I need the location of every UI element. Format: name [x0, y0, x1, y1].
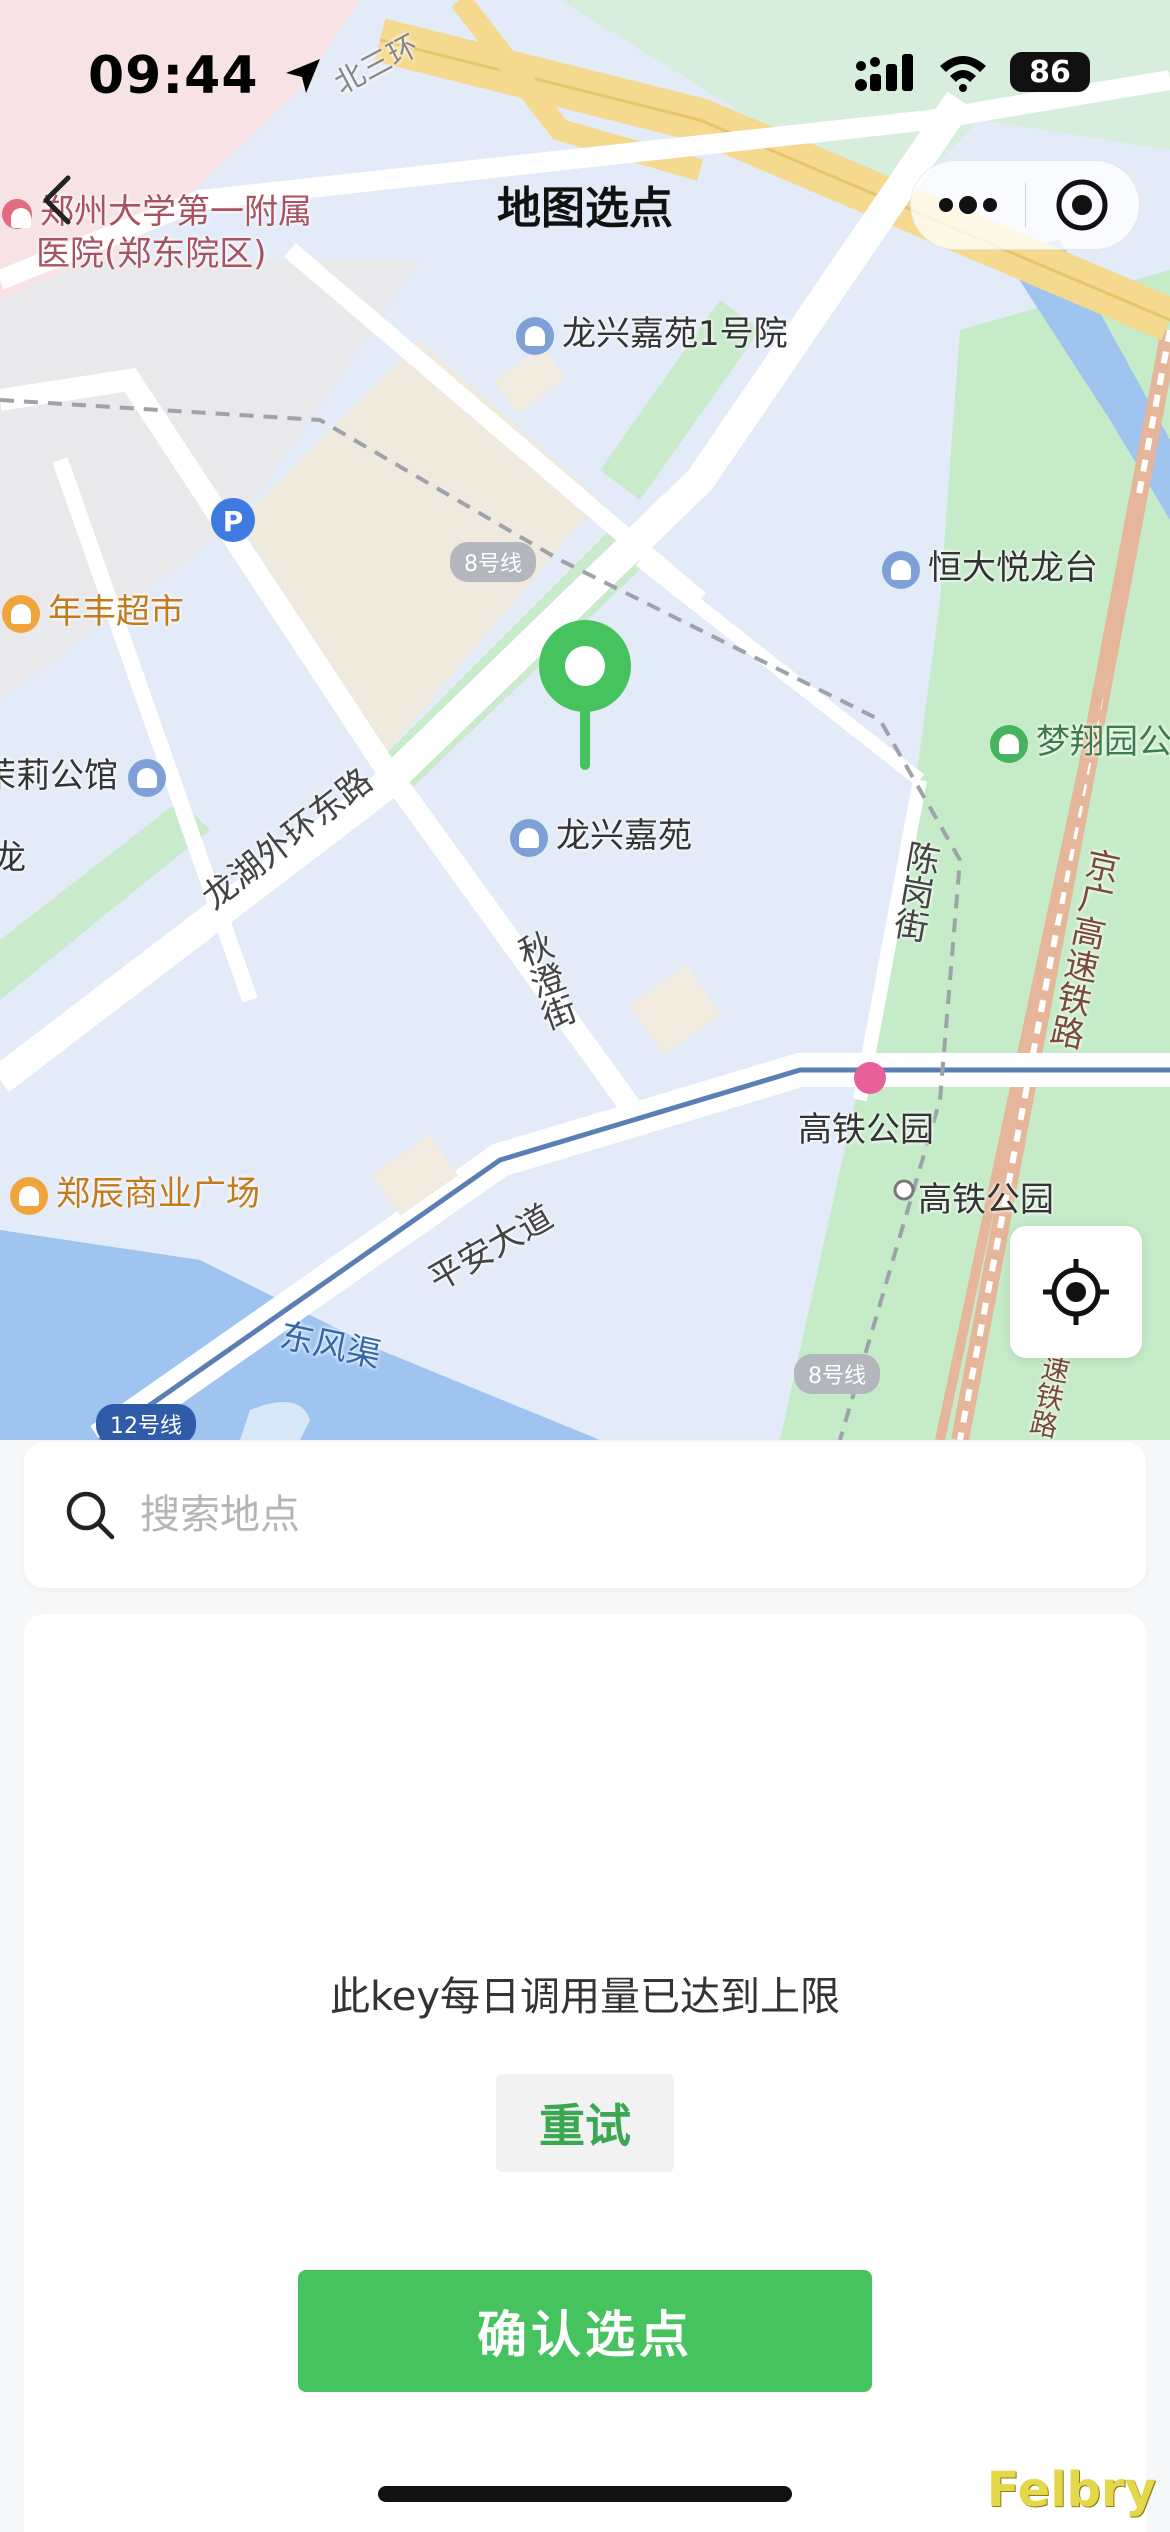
- map-pin-icon[interactable]: [535, 618, 635, 778]
- battery-indicator: 86: [1010, 52, 1090, 92]
- park-icon: [990, 724, 1028, 763]
- confirm-location-button[interactable]: 确认选点: [298, 2270, 872, 2392]
- metro-badge-line12: 12号线: [96, 1404, 196, 1440]
- target-circle-icon: [1056, 179, 1108, 231]
- poi-gaotie-park[interactable]: 高铁公园: [918, 1172, 1054, 1221]
- poi-longxing-1[interactable]: 龙兴嘉苑1号院: [516, 306, 788, 355]
- residential-icon: [516, 316, 554, 355]
- location-arrow-icon: [285, 59, 320, 93]
- shopping-icon: [2, 594, 40, 633]
- locate-button[interactable]: [1010, 1226, 1142, 1358]
- poi-longxing[interactable]: 龙兴嘉苑: [510, 808, 692, 857]
- metro-station-gaotie-park[interactable]: 高铁公园: [798, 1102, 934, 1151]
- close-mini-program-button[interactable]: [1026, 160, 1140, 250]
- status-indicators: 86: [854, 52, 1090, 92]
- error-message: 此key每日调用量已达到上限: [329, 1974, 841, 2020]
- residential-icon: [128, 758, 166, 797]
- search-input[interactable]: [140, 1492, 1040, 1538]
- poi-moli[interactable]: 茉莉公馆: [0, 748, 166, 797]
- shopping-icon: [10, 1176, 48, 1215]
- result-panel: 此key每日调用量已达到上限 重试 确认选点: [24, 1614, 1146, 2532]
- more-button[interactable]: [911, 160, 1025, 250]
- search-bar[interactable]: [24, 1442, 1146, 1588]
- watermark: Felbry: [986, 2462, 1156, 2518]
- search-icon: [66, 1491, 115, 1540]
- svg-text:P: P: [223, 505, 244, 538]
- status-bar: 09:44 86: [0, 0, 1170, 150]
- poi-long-partial: 龙: [0, 838, 26, 878]
- cellular-signal-icon: [855, 54, 913, 91]
- mini-program-capsule: [910, 160, 1140, 250]
- status-time: 09:44: [88, 46, 324, 106]
- residential-icon: [882, 550, 920, 589]
- retry-button[interactable]: 重试: [496, 2074, 674, 2172]
- poi-zhengchen[interactable]: 郑辰商业广场: [10, 1166, 260, 1215]
- poi-mengxiang[interactable]: 梦翔园公: [990, 714, 1170, 763]
- locate-crosshair-icon: [1043, 1259, 1109, 1325]
- poi-hengda[interactable]: 恒大悦龙台: [882, 540, 1098, 589]
- metro-badge-line8: 8号线: [794, 1354, 880, 1394]
- more-dots-icon: [938, 196, 997, 214]
- residential-icon: [510, 818, 548, 857]
- metro-badge-line8: 8号线: [450, 542, 536, 582]
- poi-nianfeng[interactable]: 年丰超市: [2, 584, 184, 633]
- wifi-icon: [940, 56, 986, 92]
- home-indicator[interactable]: [378, 2486, 792, 2502]
